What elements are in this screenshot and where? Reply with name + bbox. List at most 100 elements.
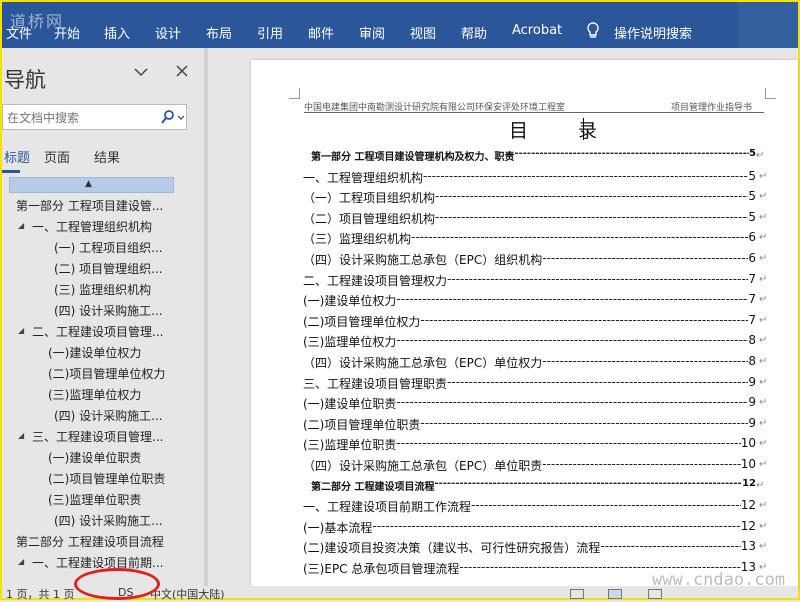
toc-entry-text: (二)项目管理单位权力 — [303, 314, 421, 329]
toc-entry[interactable]: 第二部分 工程建设项目流程 ---------------------------… — [311, 478, 756, 496]
nav-tab-results[interactable]: 结果 — [94, 147, 120, 166]
nav-heading-item[interactable]: (一)建设单位权力 — [48, 344, 141, 361]
tab-acrobat[interactable]: Acrobat — [512, 23, 562, 38]
toc-entry[interactable]: （一）工程项目组织机构 -----------------------------… — [303, 189, 756, 207]
toc-page-number: 9 — [748, 415, 756, 430]
paragraph-mark-icon: ↵ — [759, 541, 768, 553]
paragraph-mark-icon: ↵ — [759, 397, 768, 409]
toc-entry[interactable]: （四）设计采购施工总承包（EPC）单位权力 -------------------… — [303, 354, 756, 372]
nav-heading-item[interactable]: 二、工程建设项目管理... — [32, 323, 163, 340]
nav-heading-item[interactable]: 第一部分 工程项目建设管... — [16, 197, 163, 214]
nav-heading-item[interactable]: (二) 项目管理组织... — [54, 260, 163, 277]
nav-heading-item[interactable]: (四) 设计采购施工... — [54, 512, 163, 529]
toc-entry[interactable]: 三、工程建设项目管理职责 ----------------------------… — [303, 375, 756, 393]
print-layout-icon[interactable] — [608, 589, 622, 599]
toc-page-number: 7 — [748, 312, 756, 327]
nav-heading-item[interactable]: (三)监理单位权力 — [48, 386, 141, 403]
chevron-down-icon[interactable] — [133, 64, 149, 80]
expand-toggle-icon[interactable]: ◢ — [18, 431, 24, 440]
toc-entry[interactable]: 二、工程建设项目管理权力 ----------------------------… — [303, 272, 756, 290]
nav-heading-item[interactable]: (二)项目管理单位权力 — [48, 365, 165, 382]
toc-entry[interactable]: (一)建设单位职责 -------------------------------… — [303, 395, 756, 413]
nav-heading-item[interactable]: (四) 设计采购施工... — [54, 407, 163, 424]
nav-heading-item[interactable]: (三) 监理组织机构 — [54, 281, 151, 298]
toc-entry-text: (三)EPC 总承包项目管理流程 — [303, 562, 460, 576]
toc-entry[interactable]: （三）监理组织机构 -------------------------------… — [303, 230, 756, 248]
tab-review[interactable]: 审阅 — [359, 23, 385, 42]
nav-heading-item[interactable]: 一、工程管理组织机构 — [32, 218, 152, 235]
tab-mailings[interactable]: 邮件 — [308, 23, 334, 42]
toc-leader: ----------------------------------------… — [435, 189, 748, 204]
toc-entry[interactable]: （二）项目管理组织机构 -----------------------------… — [303, 210, 756, 228]
paragraph-mark-icon: ↵ — [759, 211, 768, 223]
toc-entry-text: （一）工程项目组织机构 — [303, 191, 436, 206]
toc-page-number: 12 — [742, 477, 756, 489]
nav-heading-item[interactable]: (一)建设单位职责 — [48, 449, 141, 466]
collapse-all-bar[interactable]: ▲ — [9, 177, 174, 193]
tab-help[interactable]: 帮助 — [461, 23, 487, 42]
tab-insert[interactable]: 插入 — [104, 23, 130, 42]
nav-heading-item[interactable]: 一、工程建设项目前期... — [32, 554, 163, 571]
tab-view[interactable]: 视图 — [410, 23, 436, 42]
toc-page-number: 7 — [748, 292, 756, 307]
toc-leader: ----------------------------------------… — [600, 539, 740, 554]
pane-splitter[interactable] — [204, 48, 208, 586]
toc-entry[interactable]: （四）设计采购施工总承包（EPC）单位职责 -------------------… — [303, 457, 756, 475]
toc-entry-text: (一)基本流程 — [303, 520, 373, 535]
ribbon-decoration — [738, 2, 798, 48]
document-title: 目 录 — [509, 120, 620, 142]
paragraph-mark-icon: ↵ — [759, 170, 768, 182]
nav-search-box[interactable] — [2, 104, 187, 130]
toc-entry[interactable]: (三)监理单位权力 -------------------------------… — [303, 333, 756, 351]
search-options-dropdown-icon[interactable] — [177, 115, 185, 121]
watermark-url: www.cndao.com — [652, 570, 786, 590]
paragraph-mark-icon: ↵ — [759, 294, 768, 306]
search-icon[interactable] — [160, 109, 176, 125]
web-layout-icon[interactable] — [648, 589, 662, 599]
toc-entry[interactable]: 第一部分 工程项目建设管理机构及权力、职责 -------------------… — [311, 148, 756, 166]
toc-leader: ----------------------------------------… — [411, 230, 749, 245]
tab-design[interactable]: 设计 — [155, 23, 181, 42]
toc-page-number: 9 — [748, 395, 756, 410]
toc-page-number: 6 — [748, 251, 756, 265]
nav-heading-item[interactable]: (三)监理单位职责 — [48, 491, 141, 508]
nav-heading-item[interactable]: 第二部分 工程建设项目流程 — [16, 533, 164, 550]
toc-entry[interactable]: (一)基本流程 ---------------------------------… — [303, 519, 756, 537]
toc-page-number: 12 — [740, 498, 756, 513]
toc-entry[interactable]: (一)建设单位权力 -------------------------------… — [303, 292, 756, 310]
toc-entry[interactable]: 一、工程管理组织机构 ------------------------------… — [303, 169, 756, 187]
toc-entry-text: (三)监理单位权力 — [303, 335, 397, 350]
tab-file[interactable]: 文件 — [6, 23, 32, 42]
nav-heading-item[interactable]: 三、工程建设项目管理... — [32, 428, 163, 445]
nav-heading-item[interactable]: (四) 设计采购施工... — [54, 302, 163, 319]
expand-toggle-icon[interactable]: ◢ — [18, 221, 24, 230]
nav-tab-headings[interactable]: 标题 — [4, 147, 30, 166]
nav-tab-pages[interactable]: 页面 — [44, 147, 70, 166]
tab-layout[interactable]: 布局 — [206, 23, 232, 42]
toc-leader: ----------------------------------------… — [542, 251, 749, 265]
toc-entry[interactable]: 一、工程建设项目前期工作流程 --------------------------… — [303, 498, 756, 516]
tab-references[interactable]: 引用 — [257, 23, 283, 42]
toc-entry[interactable]: (二)建设项目投资决策（建议书、可行性研究报告）流程 --------------… — [303, 539, 756, 557]
toc-page-number: 9 — [748, 374, 756, 389]
toc-entry[interactable]: (三)监理单位职责 -------------------------------… — [303, 436, 756, 454]
toc-entry[interactable]: (二)项目管理单位权力 -----------------------------… — [303, 313, 756, 331]
paragraph-mark-icon: ↵ — [756, 150, 765, 161]
toc-entry-text: 一、工程建设项目前期工作流程 — [303, 500, 472, 515]
paragraph-mark-icon: ↵ — [759, 438, 768, 450]
toc-leader: ----------------------------------------… — [471, 498, 741, 513]
toc-entry[interactable]: （四）设计采购施工总承包（EPC）组织机构 -------------------… — [303, 251, 756, 269]
toc-entry[interactable]: (二)项目管理单位职责 -----------------------------… — [303, 416, 756, 434]
paragraph-mark-icon: ↵ — [759, 356, 768, 367]
expand-toggle-icon[interactable]: ◢ — [18, 326, 24, 335]
nav-heading-item[interactable]: (一) 工程项目组织... — [54, 239, 163, 256]
expand-toggle-icon[interactable]: ◢ — [18, 557, 24, 566]
nav-search-input[interactable] — [5, 108, 159, 128]
read-mode-icon[interactable] — [570, 589, 584, 599]
toc-entry-text: (二)项目管理单位职责 — [303, 417, 421, 432]
tell-me-search[interactable]: 操作说明搜索 — [614, 23, 692, 42]
nav-heading-item[interactable]: (二)项目管理单位职责 — [48, 470, 165, 487]
close-icon[interactable] — [174, 63, 190, 79]
tab-home[interactable]: 开始 — [54, 23, 80, 42]
document-page[interactable]: 中国电建集团中南勘测设计研究院有限公司环保安评处环境工程室 项目管理作业指导书 … — [251, 60, 798, 590]
